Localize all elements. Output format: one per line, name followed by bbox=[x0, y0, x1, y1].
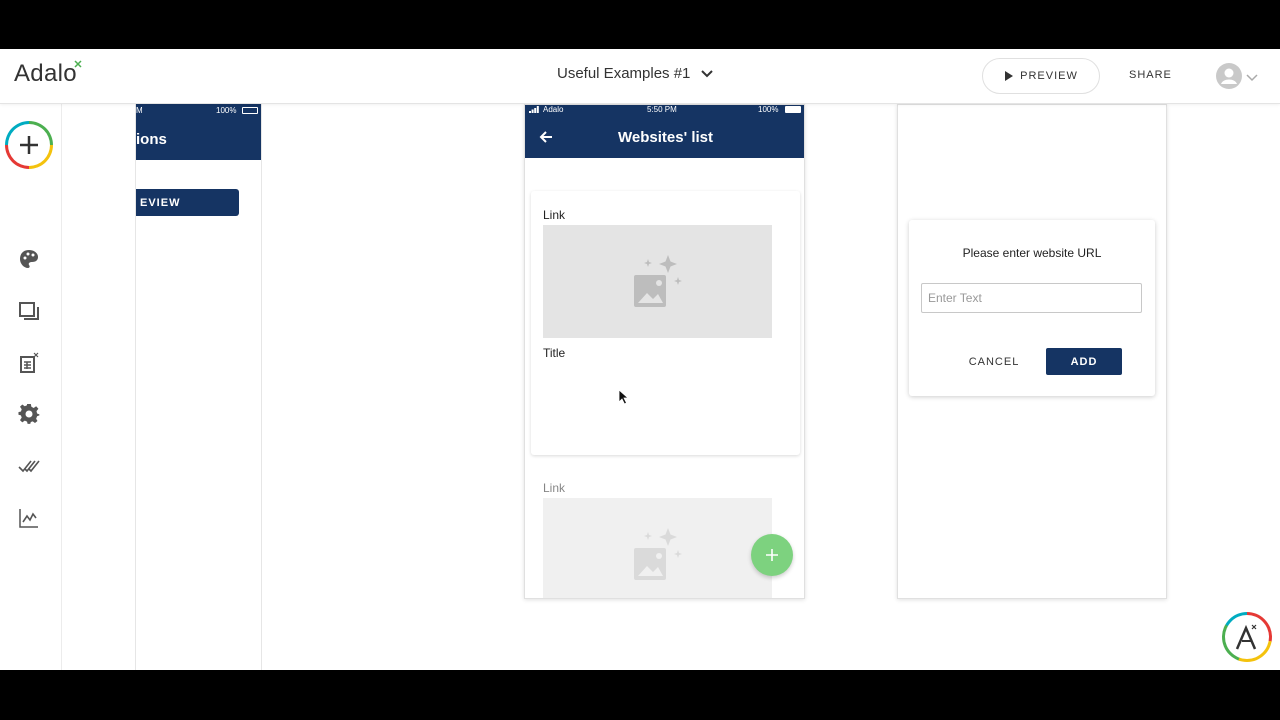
url-input[interactable] bbox=[921, 283, 1142, 313]
chevron-down-icon bbox=[701, 69, 714, 77]
image-placeholder-icon bbox=[633, 527, 682, 580]
adalo-logo[interactable]: Adalo bbox=[14, 59, 82, 89]
dialog-title: Please enter website URL bbox=[962, 246, 1102, 260]
top-header: Adalo Useful Examples #1 PREVIEW SHARE bbox=[0, 49, 1280, 104]
analytics-icon[interactable] bbox=[18, 507, 40, 529]
play-icon bbox=[1005, 71, 1014, 81]
gear-icon[interactable] bbox=[18, 403, 40, 425]
card-link-text: Link bbox=[543, 481, 566, 495]
app-bar: M 100% ions bbox=[136, 104, 261, 160]
account-chevron-icon[interactable] bbox=[1246, 71, 1258, 83]
battery-icon bbox=[785, 106, 801, 113]
user-avatar-icon[interactable] bbox=[1216, 63, 1242, 89]
screen-add-website[interactable]: Please enter website URL CANCEL ADD bbox=[897, 104, 1167, 599]
image-placeholder bbox=[543, 498, 772, 598]
share-button[interactable]: SHARE bbox=[1129, 69, 1172, 81]
app-title-dropdown[interactable]: Useful Examples #1 bbox=[557, 65, 714, 82]
letterbox-bottom bbox=[0, 670, 1280, 720]
logo-spark-icon bbox=[74, 60, 82, 68]
plus-icon bbox=[766, 549, 778, 561]
palette-icon[interactable] bbox=[18, 248, 40, 270]
image-placeholder bbox=[543, 225, 772, 338]
preview-label: PREVIEW bbox=[1020, 70, 1078, 82]
add-component-button[interactable] bbox=[5, 121, 53, 169]
editor-canvas[interactable]: M 100% ions EVIEW Adalo 5:50 PM 100% Web… bbox=[62, 104, 1280, 670]
battery-icon bbox=[242, 107, 258, 114]
adalo-editor: Adalo Useful Examples #1 PREVIEW SHARE M… bbox=[0, 49, 1280, 670]
list-card[interactable]: Link Title bbox=[531, 191, 800, 455]
status-carrier: Adalo bbox=[543, 105, 564, 114]
app-bar: Adalo 5:50 PM 100% Websites' list bbox=[525, 105, 804, 158]
url-dialog: Please enter website URL CANCEL ADD bbox=[909, 220, 1155, 396]
letterbox-top bbox=[0, 0, 1280, 49]
list-card[interactable]: Link bbox=[531, 465, 800, 598]
screen-websites-list[interactable]: Adalo 5:50 PM 100% Websites' list Link T… bbox=[524, 104, 805, 599]
status-time: M bbox=[136, 106, 143, 115]
card-title-text: Title bbox=[543, 346, 566, 360]
status-battery-percent: 100% bbox=[758, 105, 779, 114]
plus-icon bbox=[20, 136, 38, 154]
add-button[interactable]: ADD bbox=[1046, 348, 1122, 375]
screens-icon[interactable] bbox=[18, 300, 40, 322]
adalo-help-badge[interactable] bbox=[1222, 612, 1272, 662]
cancel-button[interactable]: CANCEL bbox=[959, 349, 1029, 375]
publish-check-icon[interactable] bbox=[18, 455, 40, 477]
status-time: 5:50 PM bbox=[647, 105, 677, 114]
screen-title: Websites' list bbox=[618, 129, 713, 146]
adalo-a-logo-icon bbox=[1235, 624, 1257, 650]
add-fab-button[interactable] bbox=[751, 534, 793, 576]
status-bar: Adalo 5:50 PM 100% bbox=[525, 105, 804, 115]
preview-button-partial[interactable]: EVIEW bbox=[136, 189, 239, 216]
app-title: Useful Examples #1 bbox=[557, 65, 691, 82]
database-icon[interactable] bbox=[18, 352, 40, 374]
status-bar: M 100% bbox=[136, 106, 261, 116]
screen-partial-left[interactable]: M 100% ions EVIEW bbox=[135, 104, 262, 670]
image-placeholder-icon bbox=[633, 254, 682, 307]
card-link-text: Link bbox=[543, 208, 566, 222]
logo-text: Adalo bbox=[14, 60, 77, 87]
preview-button[interactable]: PREVIEW bbox=[982, 58, 1100, 94]
status-battery-percent: 100% bbox=[216, 106, 237, 115]
mouse-cursor-icon bbox=[618, 389, 630, 405]
signal-icon bbox=[529, 106, 539, 113]
screen-title: ions bbox=[136, 131, 167, 148]
left-toolbar bbox=[0, 104, 62, 670]
